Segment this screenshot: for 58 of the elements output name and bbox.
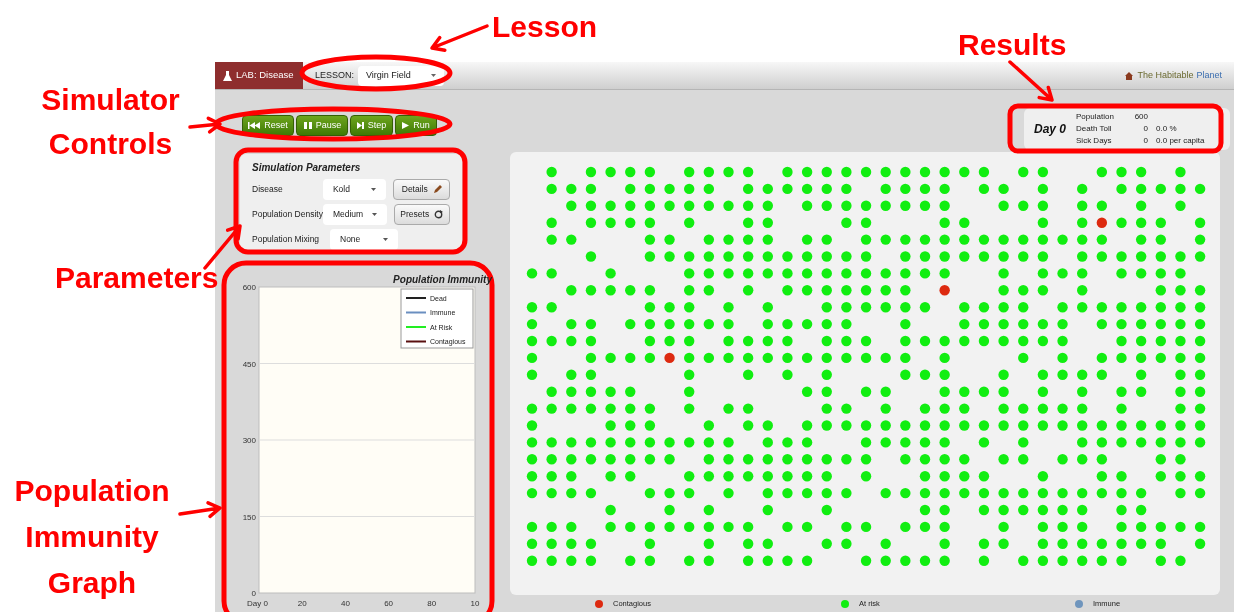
refresh-icon <box>434 210 444 219</box>
callout-arrow <box>1008 60 1054 102</box>
step-button[interactable]: Step <box>350 115 393 136</box>
caret-icon <box>371 213 377 216</box>
caret-icon <box>431 74 436 77</box>
callout-label: Simulator Controls <box>40 82 181 162</box>
parameter-label: Population Density <box>252 208 323 221</box>
stat-label: Population <box>1076 111 1115 123</box>
brand-suffix: Planet <box>1196 68 1222 82</box>
y-tick-label: 450 <box>242 359 256 369</box>
presets-button[interactable]: Presets <box>393 204 450 225</box>
pause-button[interactable]: Pause <box>296 115 348 136</box>
flask-icon <box>223 70 232 81</box>
callout-label: Parameters <box>55 260 219 296</box>
callout-label: Population Immunity Graph <box>13 473 171 601</box>
pause-icon <box>302 122 312 129</box>
stat-value: 600 <box>1133 111 1149 123</box>
callout-arrow <box>188 116 222 134</box>
x-tick-label: 10 <box>470 599 480 608</box>
day-counter: Day 0 <box>1034 121 1067 138</box>
caret-icon <box>383 238 388 241</box>
y-tick-label: 300 <box>242 436 256 445</box>
stat-label: Death Toll <box>1076 123 1113 135</box>
y-tick-label: 600 <box>242 283 256 292</box>
pencil-icon <box>432 185 442 194</box>
parameter-select[interactable]: Kold <box>322 179 387 200</box>
callout-label: Results <box>958 27 1067 63</box>
callout-arrow <box>203 224 242 270</box>
stat-label: Sick Days <box>1076 135 1113 147</box>
y-tick-label: 150 <box>242 512 256 522</box>
parameter-select[interactable]: None <box>330 229 398 250</box>
x-tick-label: 40 <box>340 599 350 608</box>
parameter-select[interactable]: Medium <box>322 204 387 225</box>
lesson-label: LESSON: <box>315 68 354 82</box>
callout-arrow <box>178 501 222 519</box>
house-icon <box>1125 71 1134 80</box>
callout-label: Lesson <box>492 9 598 45</box>
stat-value: 0 <box>1142 123 1149 135</box>
caret-icon <box>371 188 377 191</box>
x-tick-label: Day 0 <box>247 599 268 608</box>
stat-detail: 0.0 per capita <box>1155 135 1206 147</box>
panel-title: Simulation Parameters <box>252 161 362 175</box>
lab-title: LAB: Disease <box>236 68 294 83</box>
brand-name: The Habitable <box>1137 68 1194 82</box>
parameter-label: Population Mixing <box>252 233 321 246</box>
step-icon <box>356 122 364 129</box>
stat-value: 0 <box>1142 135 1149 147</box>
callout-arrow <box>430 24 489 52</box>
reset-icon <box>248 122 261 129</box>
stat-detail: 0.0 % <box>1155 123 1178 135</box>
y-tick-label: 0 <box>251 589 256 598</box>
x-tick-label: 80 <box>427 599 437 608</box>
details-button[interactable]: Details <box>393 179 450 200</box>
parameter-label: Disease <box>252 183 284 196</box>
run-icon <box>402 122 410 129</box>
x-tick-label: 60 <box>384 599 394 608</box>
lesson-select[interactable]: Virgin Field <box>358 65 444 86</box>
x-tick-label: 20 <box>297 599 307 608</box>
